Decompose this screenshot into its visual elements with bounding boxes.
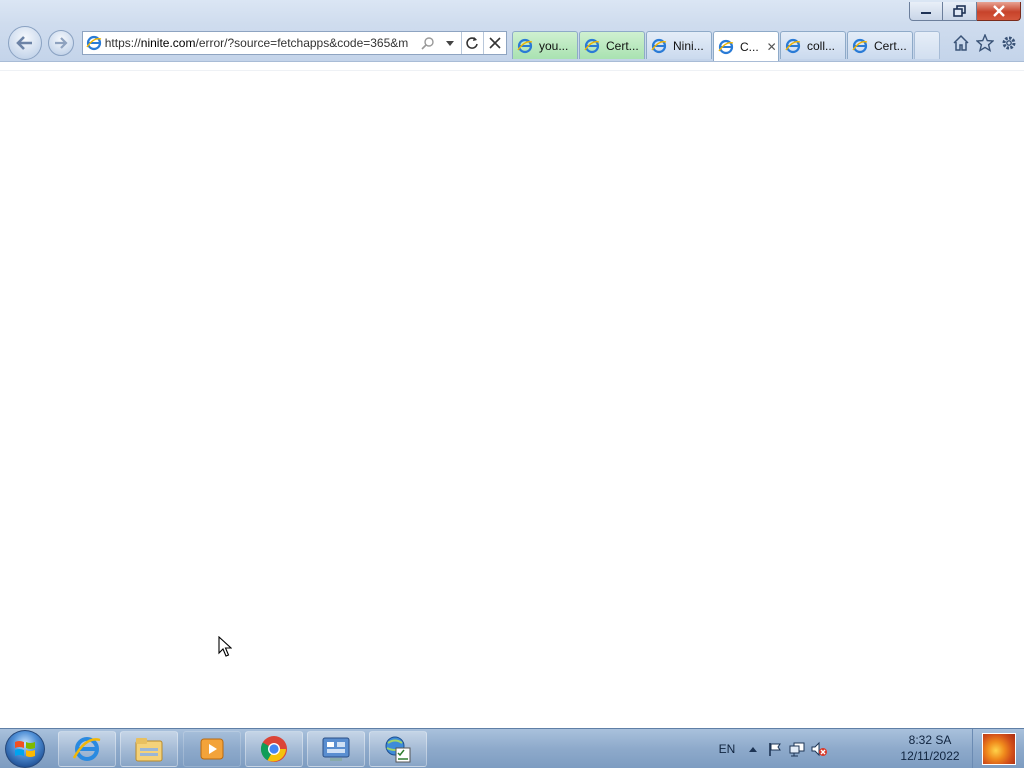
- ie-page-icon: [718, 39, 734, 55]
- tab-youtube[interactable]: you...: [512, 31, 578, 59]
- tab-active[interactable]: C... ✕: [713, 31, 779, 61]
- taskbar-clock[interactable]: 8:32 SA 12/11/2022: [890, 732, 970, 764]
- action-center-button[interactable]: [764, 741, 786, 757]
- search-button[interactable]: [417, 32, 439, 54]
- internet-explorer-icon: [72, 737, 101, 761]
- command-icons: [952, 34, 1018, 52]
- forward-button[interactable]: [48, 30, 74, 56]
- windows-logo-icon: [15, 741, 35, 757]
- clock-time: 8:32 SA: [908, 733, 952, 747]
- language-indicator[interactable]: EN: [712, 742, 742, 756]
- system-tray: EN: [712, 729, 830, 768]
- windows-taskbar: EN 8:32 SA 12/11/2022: [0, 728, 1024, 768]
- taskbar-media-player[interactable]: [183, 731, 241, 767]
- back-button[interactable]: [8, 26, 42, 60]
- tab-ninite[interactable]: Nini...: [646, 31, 712, 59]
- favorites-star-icon: [976, 34, 994, 52]
- ie-page-icon: [651, 38, 667, 54]
- stop-icon: [489, 37, 501, 49]
- network-icon: [789, 742, 805, 757]
- stop-button[interactable]: [484, 32, 506, 54]
- url-path: /error/?source=fetchapps&code=365&m: [195, 36, 409, 50]
- url-text[interactable]: https://ninite.com/error/?source=fetchap…: [105, 36, 417, 50]
- control-panel-icon: [322, 737, 350, 761]
- tools-gear-icon: [1002, 36, 1016, 50]
- action-center-flag-icon: [769, 743, 781, 756]
- home-icon: [953, 34, 969, 51]
- address-bar[interactable]: https://ninite.com/error/?source=fetchap…: [82, 31, 507, 55]
- tab-close-button[interactable]: ✕: [767, 40, 777, 54]
- windows-explorer-icon: [135, 738, 163, 762]
- tab-label: coll...: [807, 38, 836, 53]
- taskbar-chrome[interactable]: [245, 731, 303, 767]
- ie-page-icon: [852, 38, 868, 54]
- ie-page-icon: [517, 38, 533, 54]
- address-dropdown-button[interactable]: [439, 32, 461, 54]
- window-caption-buttons: [909, 2, 1021, 22]
- ie-page-icon: [83, 35, 105, 51]
- volume-muted-icon: [811, 741, 827, 757]
- show-hidden-icons-button[interactable]: [742, 745, 764, 753]
- show-hidden-icons-icon: [749, 747, 757, 752]
- tab-cert-1[interactable]: Cert...: [579, 31, 645, 59]
- url-host: ninite.com: [140, 36, 196, 50]
- close-icon: [992, 5, 1005, 17]
- media-player-icon: [200, 738, 224, 760]
- close-window-button[interactable]: [977, 2, 1021, 21]
- user-picture-flower-icon: [981, 733, 1016, 765]
- new-tab-button[interactable]: [914, 31, 940, 59]
- clock-date: 12/11/2022: [900, 749, 960, 763]
- network-button[interactable]: [786, 741, 808, 757]
- tab-cert-2[interactable]: Cert...: [847, 31, 913, 59]
- restore-icon: [952, 5, 966, 17]
- tab-label: Cert...: [606, 38, 639, 53]
- minimize-button[interactable]: [909, 2, 943, 21]
- chrome-icon: [260, 736, 287, 762]
- tools-button[interactable]: [1000, 34, 1018, 52]
- web-tool-icon: [385, 736, 411, 763]
- back-icon: [16, 36, 32, 50]
- ie-page-icon: [785, 38, 801, 54]
- tab-coll[interactable]: coll...: [780, 31, 846, 59]
- volume-button[interactable]: [808, 741, 830, 757]
- start-button[interactable]: [5, 730, 45, 768]
- tab-label: Nini...: [673, 38, 704, 53]
- refresh-icon: [466, 37, 479, 49]
- tab-label: Cert...: [874, 38, 907, 53]
- ie-page-icon: [584, 38, 600, 54]
- tab-label: C...: [740, 39, 759, 54]
- dropdown-icon: [445, 41, 454, 46]
- mouse-cursor-icon: [218, 636, 232, 657]
- favorites-button[interactable]: [976, 34, 994, 52]
- page-content[interactable]: [0, 62, 1024, 728]
- show-desktop-button[interactable]: [972, 729, 1024, 768]
- refresh-button[interactable]: [462, 32, 484, 54]
- taskbar-web-tool[interactable]: [369, 731, 427, 767]
- tab-label: you...: [539, 38, 569, 53]
- content-divider: [0, 70, 1024, 71]
- taskbar-control-panel[interactable]: [307, 731, 365, 767]
- taskbar-windows-explorer[interactable]: [120, 731, 178, 767]
- restore-button[interactable]: [943, 2, 977, 21]
- tab-strip: you... Cert... Nini... C... ✕ coll... Ce…: [512, 31, 940, 61]
- taskbar-internet-explorer[interactable]: [58, 731, 116, 767]
- url-prefix: https://: [104, 36, 141, 50]
- home-button[interactable]: [952, 34, 970, 52]
- search-icon: [421, 37, 434, 50]
- browser-window-chrome: https://ninite.com/error/?source=fetchap…: [0, 0, 1024, 62]
- forward-icon: [55, 37, 68, 49]
- minimize-icon: [921, 12, 931, 14]
